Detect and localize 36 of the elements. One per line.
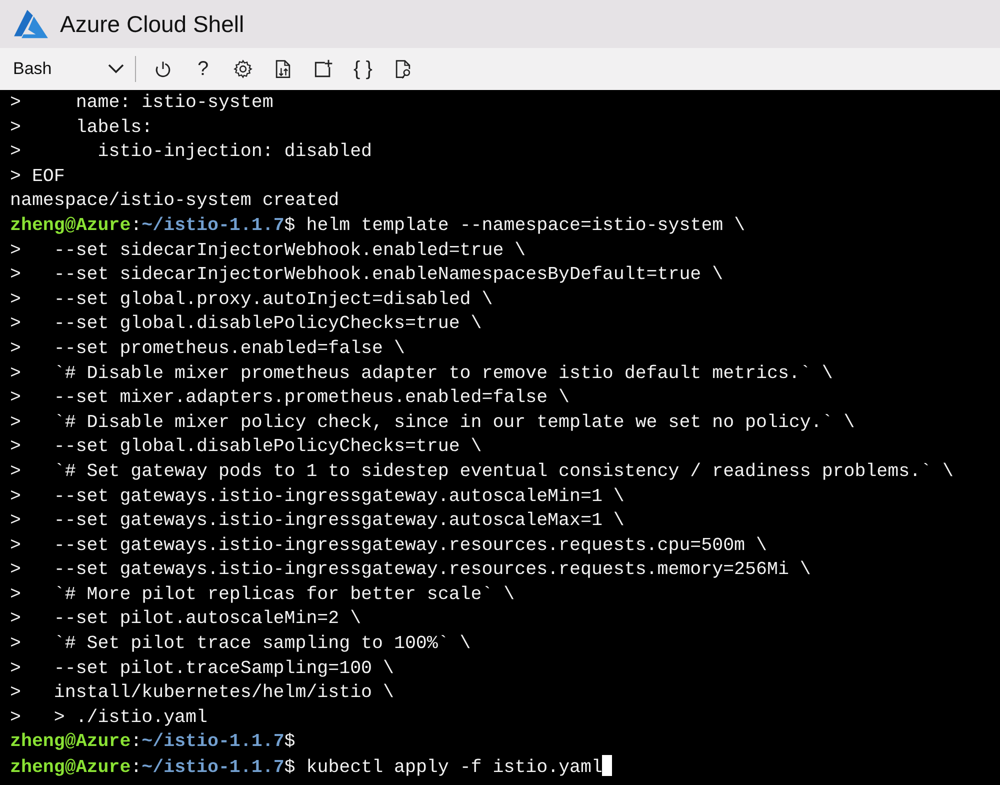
editor-button[interactable]: { } bbox=[350, 55, 376, 83]
output-line: > name: istio-system bbox=[10, 92, 274, 115]
output-line: > labels: bbox=[10, 116, 153, 140]
output-line: > --set prometheus.enabled=false \ bbox=[10, 338, 405, 361]
shell-dropdown[interactable]: Bash bbox=[13, 53, 135, 85]
logo-icon bbox=[12, 8, 50, 40]
chevron-icon bbox=[107, 63, 125, 75]
output-line: > --set pilot.autoscaleMin=2 \ bbox=[10, 608, 362, 632]
prompt-line: zheng@Azure:~/istio-1.1.7$ helm template --namespace=istio-system \ bbox=[10, 214, 746, 238]
output-line: > install/kubernetes/helm/istio \ bbox=[10, 682, 394, 706]
output-line: > `# Set pilot trace sampling to 100%` \ bbox=[10, 633, 471, 656]
output-line: > `# Disable mixer prometheus adapter to remove istio default metrics.` \ bbox=[10, 362, 833, 386]
output-line: > --set global.disablePolicyChecks=true \ bbox=[10, 436, 482, 460]
settings-icon bbox=[232, 58, 254, 80]
window-title: Azure Cloud Shell bbox=[60, 10, 244, 38]
output-line: > --set global.proxy.autoInject=disabled \ bbox=[10, 288, 493, 312]
output-line: > --set gateways.istio-ingressgateway.autoscaleMax=1 \ bbox=[10, 510, 624, 534]
output-line: > > ./istio.yaml bbox=[10, 706, 208, 730]
output-line: > --set pilot.traceSampling=100 \ bbox=[10, 658, 394, 681]
output-line: > --set global.disablePolicyChecks=true \ bbox=[10, 313, 482, 336]
output-line: > EOF bbox=[10, 166, 65, 189]
prompt-line: zheng@Azure:~/istio-1.1.7$ bbox=[10, 731, 296, 754]
prompt-line: zheng@Azure:~/istio-1.1.7$ kubectl apply -f istio.yaml bbox=[10, 755, 612, 781]
output-line: namespace/istio-system created bbox=[10, 190, 340, 214]
output-line: > `# Disable mixer policy check, since in our template we set no policy.` \ bbox=[10, 412, 855, 435]
help-button[interactable]: ? bbox=[190, 55, 216, 83]
output-line: > --set gateways.istio-ingressgateway.resources.requests.memory=256Mi \ bbox=[10, 559, 811, 582]
output-line: > --set mixer.adapters.prometheus.enabled=false \ bbox=[10, 387, 570, 410]
output-line: > --set sidecarInjectorWebhook.enabled=true \ bbox=[10, 240, 526, 263]
output-line: > istio-injection: disabled bbox=[10, 141, 372, 164]
output-line: > --set gateways.istio-ingressgateway.resources.requests.cpu=500m \ bbox=[10, 534, 767, 558]
new-window-icon bbox=[312, 58, 334, 80]
output-line: > --set gateways.istio-ingressgateway.autoscaleMin=1 \ bbox=[10, 486, 624, 508]
output-line: > `# More pilot replicas for better scale` \ bbox=[10, 584, 515, 607]
output-line: > --set sidecarInjectorWebhook.enableNamespacesByDefault=true \ bbox=[10, 264, 724, 288]
output-line: > `# Set gateway pods to 1 to sidestep eventual consistency / readiness problems.` \ bbox=[10, 460, 954, 484]
